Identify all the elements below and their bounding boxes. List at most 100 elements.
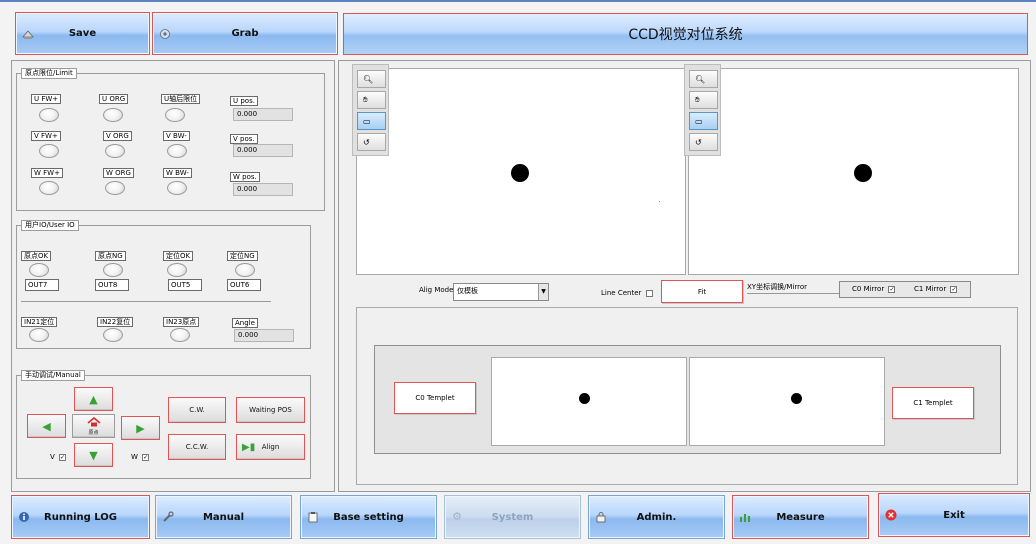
v-axis-checkbox[interactable]: ✓ bbox=[59, 453, 67, 461]
u-fw-indicator bbox=[39, 108, 59, 122]
camera-1-marker bbox=[854, 164, 872, 182]
camera-1-view[interactable] bbox=[688, 68, 1019, 275]
io-output-button[interactable]: OUT6 bbox=[227, 279, 261, 291]
v-fw-label: V FW+ bbox=[31, 131, 61, 141]
jog-up-button[interactable]: ▲ bbox=[74, 387, 113, 411]
v-axis-option[interactable]: V ✓ bbox=[50, 453, 67, 461]
camera-0-rect-button[interactable]: ▭ bbox=[357, 112, 386, 130]
io-output-button[interactable]: OUT7 bbox=[25, 279, 59, 291]
v-bw-indicator bbox=[167, 144, 187, 158]
v-pos-label: V pos. bbox=[230, 134, 258, 144]
io-output-button[interactable]: OUT8 bbox=[95, 279, 129, 291]
v-pos-field[interactable]: 0.000 bbox=[233, 144, 293, 157]
c0-mirror-checkbox[interactable]: ✓ bbox=[888, 285, 896, 293]
base-setting-label: Base setting bbox=[333, 511, 404, 523]
camera-1-rotate-button[interactable]: ↺ bbox=[689, 133, 718, 151]
c0-templet-button[interactable]: C0 Templet bbox=[394, 382, 476, 414]
c0-mirror-option[interactable]: C0 Mirror ✓ bbox=[852, 282, 896, 297]
measure-button[interactable]: Measure bbox=[732, 495, 869, 539]
info-icon bbox=[18, 511, 30, 523]
templet-area: C0 Templet C1 Templet bbox=[356, 307, 1018, 485]
system-button[interactable]: ⚙ System bbox=[444, 495, 581, 539]
camera-1-pan-button[interactable]: ✋︎ bbox=[689, 91, 718, 109]
io-in-label: IN22复位 bbox=[97, 317, 134, 327]
right-panel: 🔍︎ ✋︎ ▭ ↺ 🔍︎ ✋︎ ▭ ↺ Alig Mode 仅模板 ▼ Line… bbox=[338, 60, 1031, 492]
templet-frame: C0 Templet C1 Templet bbox=[374, 345, 1001, 454]
jog-left-button[interactable]: ◀ bbox=[27, 414, 66, 438]
u-org-indicator bbox=[103, 108, 123, 122]
app-title: CCD视觉对位系统 bbox=[343, 13, 1028, 55]
home-button[interactable]: 原点 bbox=[72, 414, 115, 438]
camera-0-marker bbox=[511, 164, 529, 182]
mirror-box: C0 Mirror ✓ C1 Mirror ✓ bbox=[839, 281, 971, 298]
line-center-option[interactable]: Line Center bbox=[601, 289, 653, 297]
manual-nav-button[interactable]: Manual bbox=[155, 495, 292, 539]
camera-1-toolbar: 🔍︎ ✋︎ ▭ ↺ bbox=[684, 64, 721, 156]
io-input-label: 原点NG bbox=[95, 251, 126, 261]
v-axis-label: V bbox=[50, 453, 55, 461]
io-input-indicator bbox=[235, 263, 255, 277]
base-setting-button[interactable]: Base setting bbox=[300, 495, 437, 539]
w-pos-label: W pos. bbox=[230, 172, 260, 182]
zoom-icon: 🔍︎ bbox=[363, 74, 374, 84]
c1-templet-marker bbox=[791, 393, 802, 404]
c1-mirror-checkbox[interactable]: ✓ bbox=[950, 285, 958, 293]
rotate-icon: ↺ bbox=[695, 137, 702, 147]
zoom-icon: 🔍︎ bbox=[695, 74, 706, 84]
io-group: 用户IO/User IO 原点OK 原点NG 定位OK 定位NG OUT7 OU… bbox=[16, 220, 311, 349]
manual-group-title: 手动调试/Manual bbox=[21, 370, 85, 381]
camera-0-zoom-button[interactable]: 🔍︎ bbox=[357, 70, 386, 88]
save-button[interactable]: Save bbox=[15, 12, 150, 55]
camera-0-view[interactable] bbox=[356, 68, 686, 275]
rectangle-icon: ▭ bbox=[363, 116, 371, 126]
camera-1-rect-button[interactable]: ▭ bbox=[689, 112, 718, 130]
jog-down-button[interactable]: ▼ bbox=[74, 443, 113, 467]
angle-field[interactable]: 0.000 bbox=[234, 329, 294, 342]
alig-mode-value: 仅模板 bbox=[457, 287, 478, 295]
close-icon bbox=[885, 509, 897, 521]
c1-templet-view[interactable] bbox=[689, 357, 885, 446]
io-in-label: IN21定位 bbox=[21, 317, 58, 327]
manual-group: 手动调试/Manual ▲ ◀ 原点 ▶ ▼ V ✓ W ✓ C.W. C.C.… bbox=[16, 370, 311, 479]
running-log-label: Running LOG bbox=[44, 511, 117, 523]
alig-mode-select[interactable]: 仅模板 ▼ bbox=[453, 283, 549, 301]
w-fw-label: W FW+ bbox=[31, 168, 63, 178]
limit-group: 原点限位/Limit U FW+ U ORG U轴后限位 U pos. 0.00… bbox=[16, 68, 325, 211]
hand-icon: ✋︎ bbox=[695, 95, 700, 104]
admin-label: Admin. bbox=[636, 511, 677, 523]
waiting-pos-button[interactable]: Waiting POS bbox=[236, 397, 305, 423]
w-pos-field[interactable]: 0.000 bbox=[233, 183, 293, 196]
exit-label: Exit bbox=[943, 509, 965, 521]
c1-mirror-label: C1 Mirror bbox=[914, 285, 947, 293]
line-center-checkbox[interactable] bbox=[645, 289, 653, 297]
io-output-button[interactable]: OUT5 bbox=[168, 279, 202, 291]
cw-button[interactable]: C.W. bbox=[168, 397, 226, 423]
chart-icon bbox=[739, 511, 751, 523]
grab-button[interactable]: Grab bbox=[152, 12, 338, 55]
w-org-label: W ORG bbox=[103, 168, 134, 178]
align-button[interactable]: ▶▮ Align bbox=[236, 434, 305, 460]
admin-button[interactable]: Admin. bbox=[588, 495, 725, 539]
camera-1-zoom-button[interactable]: 🔍︎ bbox=[689, 70, 718, 88]
u-pos-label: U pos. bbox=[230, 96, 258, 106]
jog-right-button[interactable]: ▶ bbox=[121, 416, 160, 440]
ccw-button[interactable]: C.C.W. bbox=[168, 434, 226, 460]
w-axis-checkbox[interactable]: ✓ bbox=[142, 453, 150, 461]
lock-icon bbox=[595, 511, 607, 523]
camera-0-pan-button[interactable]: ✋︎ bbox=[357, 91, 386, 109]
camera-0-rotate-button[interactable]: ↺ bbox=[357, 133, 386, 151]
u-pos-field[interactable]: 0.000 bbox=[233, 108, 293, 121]
io-input-label: 定位OK bbox=[163, 251, 194, 261]
c0-mirror-label: C0 Mirror bbox=[852, 285, 885, 293]
io-input-label: 定位NG bbox=[227, 251, 258, 261]
arrow-down-icon: ▼ bbox=[89, 448, 98, 462]
exit-button[interactable]: Exit bbox=[878, 493, 1030, 537]
fit-button[interactable]: Fit bbox=[661, 280, 743, 303]
c1-templet-button[interactable]: C1 Templet bbox=[892, 387, 974, 419]
running-log-button[interactable]: Running LOG bbox=[11, 495, 150, 539]
w-axis-option[interactable]: W ✓ bbox=[131, 453, 150, 461]
manual-nav-label: Manual bbox=[202, 511, 245, 523]
c1-mirror-option[interactable]: C1 Mirror ✓ bbox=[914, 282, 958, 297]
chevron-down-icon[interactable]: ▼ bbox=[538, 284, 548, 300]
c0-templet-view[interactable] bbox=[491, 357, 687, 446]
